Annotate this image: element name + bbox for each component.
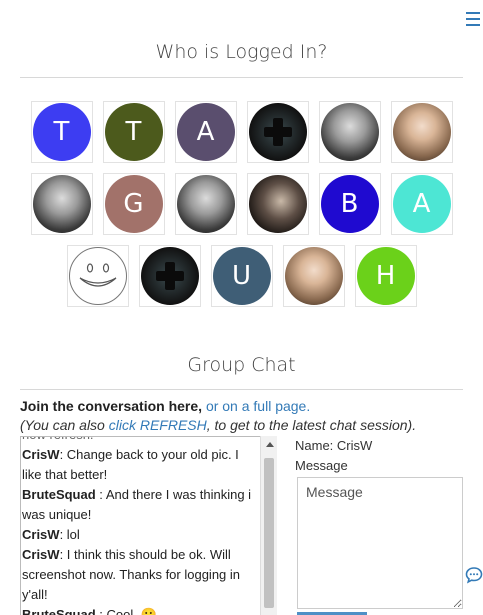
user-photo-avatar (284, 247, 343, 305)
user-avatar-button[interactable]: H (354, 245, 417, 307)
chat-partial-line: now refresh. (22, 437, 260, 445)
chat-message: CrisW: lol (22, 527, 80, 542)
hint-suffix: , to get to the latest chat session). (206, 417, 417, 433)
user-avatar-button[interactable]: T (30, 101, 93, 163)
chat-text: Cool. 🙂 (106, 607, 157, 615)
user-avatar-button[interactable] (174, 173, 237, 235)
user-photo-avatar (320, 103, 379, 161)
speech-bubble-icon[interactable] (465, 566, 483, 584)
user-photo-avatar (392, 103, 451, 161)
scroll-thumb[interactable] (264, 458, 274, 608)
user-photo-avatar (32, 175, 91, 233)
user-avatar-button[interactable] (282, 245, 345, 307)
letter-avatar: T (104, 103, 163, 161)
logged-in-title: Who is Logged In? (155, 41, 328, 63)
full-page-link[interactable]: or on a full page. (206, 398, 310, 414)
user-photo-avatar (248, 175, 307, 233)
avatar-row: UH (20, 245, 463, 307)
chat-username: CrisW (22, 447, 60, 462)
chat-log[interactable]: now refresh. CrisW: Change back to your … (20, 436, 277, 615)
divider (20, 389, 463, 390)
user-avatar-button[interactable] (30, 173, 93, 235)
scroll-up-arrow-icon[interactable] (266, 442, 274, 447)
user-avatar-button[interactable] (318, 101, 381, 163)
chat-username: BruteSquad (22, 607, 100, 615)
user-photo-avatar (176, 175, 235, 233)
letter-avatar: A (392, 175, 451, 233)
plus-cross-icon (140, 247, 199, 305)
user-avatar-button[interactable] (390, 101, 453, 163)
chat-text: lol (66, 527, 80, 542)
letter-avatar: H (356, 247, 415, 305)
user-avatar-button[interactable]: A (390, 173, 453, 235)
user-avatar-button[interactable] (246, 173, 309, 235)
avatar-grid: TTAGBAUH (20, 101, 463, 317)
letter-avatar: U (212, 247, 271, 305)
join-instructions: Join the conversation here, or on a full… (20, 397, 470, 435)
plus-cross-icon (248, 103, 307, 161)
chat-message: CrisW: I think this should be ok. Will s… (22, 547, 241, 602)
smiley-face-icon (68, 247, 127, 305)
divider (20, 77, 463, 78)
user-avatar-button[interactable]: A (174, 101, 237, 163)
message-input[interactable] (297, 477, 463, 609)
user-avatar-button[interactable]: U (210, 245, 273, 307)
user-avatar-button[interactable] (246, 101, 309, 163)
hint-prefix: (You can also (20, 417, 109, 433)
user-avatar-button[interactable]: G (102, 173, 165, 235)
user-avatar-button[interactable]: T (102, 101, 165, 163)
avatar-row: TTA (20, 101, 463, 163)
chat-username: CrisW (22, 547, 60, 562)
chat-username: CrisW (22, 527, 60, 542)
refresh-link[interactable]: click REFRESH (109, 417, 207, 433)
letter-avatar: A (176, 103, 235, 161)
name-label: Name: CrisW (295, 438, 373, 453)
hamburger-menu-icon[interactable] (466, 12, 480, 28)
message-label: Message (295, 458, 348, 473)
avatar-row: G BA (20, 173, 463, 235)
chat-message: BruteSquad : And there I was thinking i … (22, 487, 252, 522)
user-avatar-button[interactable] (138, 245, 201, 307)
chat-scrollbar[interactable] (260, 436, 277, 615)
chat-message: CrisW: Change back to your old pic. I li… (22, 447, 239, 482)
letter-avatar: T (32, 103, 91, 161)
letter-avatar: G (104, 175, 163, 233)
user-avatar-button[interactable]: B (318, 173, 381, 235)
join-text: Join the conversation here, (20, 398, 206, 414)
letter-avatar: B (320, 175, 379, 233)
chat-username: BruteSquad (22, 487, 100, 502)
user-avatar-button[interactable] (66, 245, 129, 307)
chat-message: BruteSquad : Cool. 🙂 (22, 605, 260, 615)
group-chat-title: Group Chat (187, 354, 296, 376)
